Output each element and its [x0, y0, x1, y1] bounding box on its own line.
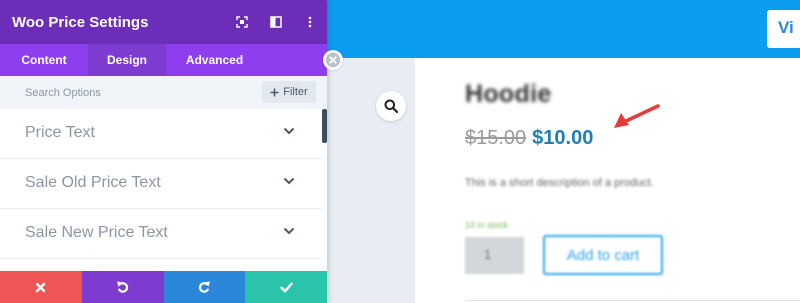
redo-icon	[199, 281, 211, 293]
chevron-down-icon	[283, 227, 295, 235]
toggle-label: Sale Old Price Text	[25, 174, 161, 191]
collapse-panel-button[interactable]	[323, 50, 343, 70]
split-view-icon	[270, 16, 282, 28]
split-view-button[interactable]	[259, 0, 293, 44]
more-options-button[interactable]	[293, 0, 327, 44]
filter-button[interactable]: Filter	[262, 81, 316, 103]
stock-status: 10 in stock	[465, 220, 509, 230]
toggle-label: Sale New Price Text	[25, 224, 168, 241]
add-to-cart-button[interactable]: Add to cart	[543, 235, 663, 275]
settings-panel: Woo Price Settings Content Design Advanc…	[0, 0, 327, 303]
close-circle-icon	[325, 52, 341, 68]
toggle-price-text[interactable]: Price Text	[0, 109, 322, 159]
save-button[interactable]	[245, 271, 327, 303]
filter-label: Filter	[283, 86, 308, 98]
toggle-sale-new-price-text[interactable]: Sale New Price Text	[0, 209, 322, 259]
panel-tabs: Content Design Advanced	[0, 44, 327, 76]
more-vert-icon	[308, 16, 312, 28]
close-icon	[36, 282, 46, 292]
search-row: Filter	[0, 76, 327, 109]
divider	[465, 300, 800, 301]
discard-button[interactable]	[0, 271, 82, 303]
quantity-input[interactable]: 1	[465, 237, 524, 274]
product-description: This is a short description of a product…	[465, 177, 654, 189]
option-toggles: Price Text Sale Old Price Text Sale New …	[0, 109, 322, 259]
old-price: $15.00	[465, 127, 527, 149]
product-price: $15.00 $10.00	[465, 127, 593, 150]
plus-icon	[270, 88, 279, 96]
panel-header: Woo Price Settings	[0, 0, 327, 44]
undo-icon	[116, 281, 128, 293]
chevron-down-icon	[283, 177, 295, 185]
redo-button[interactable]	[163, 271, 246, 303]
panel-title: Woo Price Settings	[12, 13, 149, 31]
chevron-down-icon	[283, 127, 295, 135]
view-button[interactable]: Vi	[767, 10, 800, 48]
panel-scrollbar[interactable]	[322, 109, 327, 143]
undo-button[interactable]	[81, 271, 164, 303]
zoom-button[interactable]	[376, 91, 406, 121]
toggle-sale-old-price-text[interactable]: Sale Old Price Text	[0, 159, 322, 209]
sale-price: $10.00	[532, 127, 594, 149]
panel-footer	[0, 271, 327, 303]
search-options-input[interactable]	[0, 76, 250, 109]
toggle-label: Price Text	[25, 124, 95, 141]
builder-stage: Vi Hoodie $15.00 $10.00 This is a short d…	[0, 0, 800, 303]
check-icon	[279, 282, 293, 292]
tab-content[interactable]: Content	[0, 44, 88, 76]
focus-icon	[236, 16, 248, 28]
search-icon	[384, 99, 398, 113]
tab-design[interactable]: Design	[88, 44, 166, 76]
tab-advanced[interactable]: Advanced	[166, 44, 263, 76]
annotation-arrow-icon	[614, 104, 660, 128]
focus-button[interactable]	[225, 0, 259, 44]
